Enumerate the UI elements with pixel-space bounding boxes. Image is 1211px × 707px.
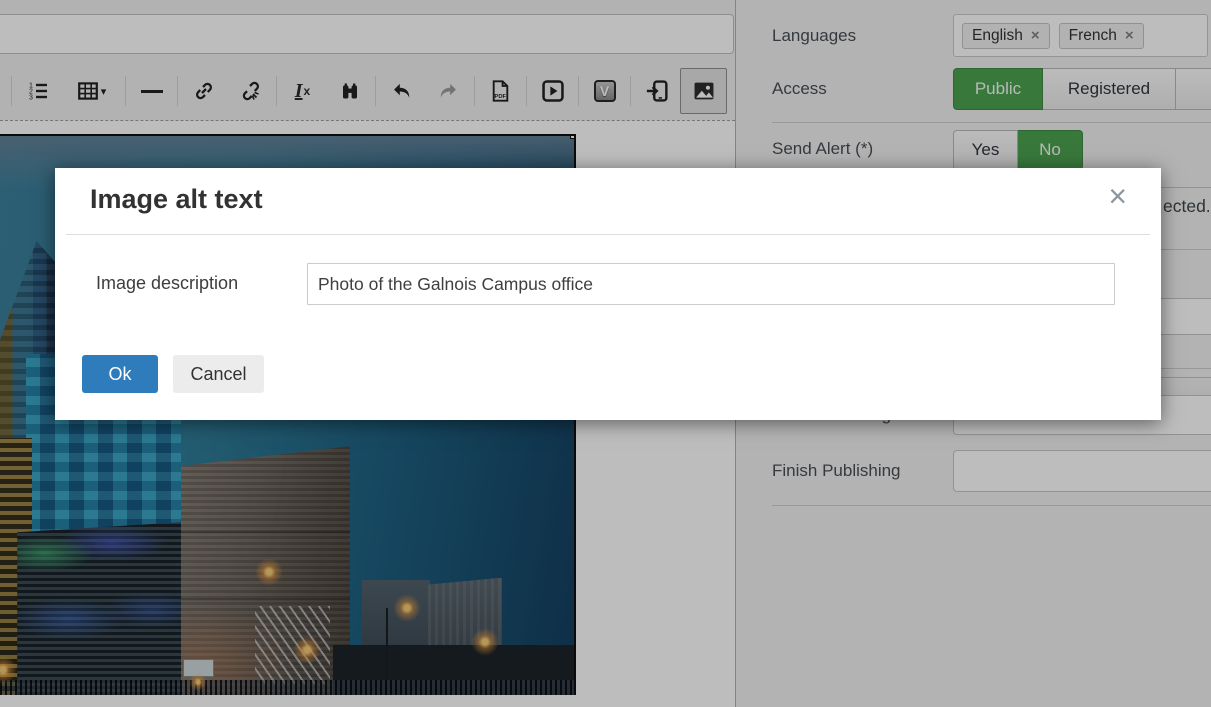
modal-title: Image alt text [90,184,263,215]
image-alt-text-modal: Image alt text × Image description Ok Ca… [55,168,1161,420]
image-description-input[interactable] [307,263,1115,305]
cancel-button[interactable]: Cancel [173,355,264,393]
ok-button[interactable]: Ok [82,355,158,393]
close-icon[interactable]: × [1108,180,1127,212]
image-description-label: Image description [96,273,238,294]
modal-header-divider [66,234,1150,235]
